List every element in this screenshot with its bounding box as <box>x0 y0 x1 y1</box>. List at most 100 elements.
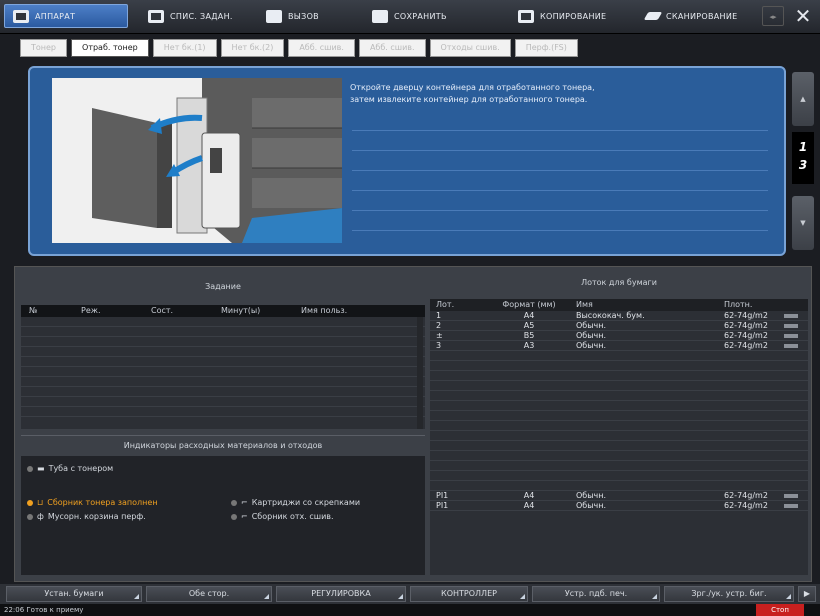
scan-tab[interactable]: СКАНИРОВАНИЕ <box>638 4 758 28</box>
table-row <box>21 367 425 377</box>
button-label: Устан. бумаги <box>44 589 104 598</box>
tab-waste-toner[interactable]: Отраб. тонер <box>71 39 149 57</box>
paper-level-bar <box>784 324 798 328</box>
table-row[interactable]: 1 A4 Высококач. бум. 62-74g/m2 <box>430 311 808 321</box>
table-row[interactable]: ± B5 Обычн. 62-74g/m2 <box>430 331 808 341</box>
tray-panel-title: Лоток для бумаги <box>581 278 657 287</box>
guidance-text: Откройте дверцу контейнера для отработан… <box>350 82 770 106</box>
consumable-label: Картриджи со скрепками <box>251 498 361 507</box>
tray-weight: 62-74g/m2 <box>724 331 768 340</box>
guide-rule <box>352 150 768 151</box>
paper-setting-button[interactable]: Устан. бумаги <box>6 586 142 602</box>
tab-staple-2[interactable]: Нет бк.(2) <box>220 39 285 57</box>
scroll-up-button[interactable]: ▲ <box>792 72 814 126</box>
tab-punch[interactable]: Перф.(FS) <box>514 39 578 57</box>
tab-saddle-2[interactable]: Абб. сшив. <box>358 39 426 57</box>
feed-device-button[interactable]: Устр. пдб. печ. <box>532 586 660 602</box>
table-row <box>430 371 808 381</box>
status-dot <box>27 513 33 520</box>
col-format: Формат (мм) <box>502 300 556 309</box>
copy-tab[interactable]: КОПИРОВАНИЕ <box>510 4 632 28</box>
table-row <box>21 347 425 357</box>
col-number: № <box>29 306 38 315</box>
scroll-down-button[interactable]: ▼ <box>792 196 814 250</box>
paper-level-bar <box>784 334 798 338</box>
guide-rule <box>352 230 768 231</box>
consumables-panel: Индикаторы расходных материалов и отходо… <box>21 435 425 575</box>
guidance-line-1: Откройте дверцу контейнера для отработан… <box>350 83 595 92</box>
consumable-toner-bottle: ▬ Туба с тонером <box>27 464 113 473</box>
tray-weight: 62-74g/m2 <box>724 341 768 350</box>
save-icon <box>372 9 388 23</box>
table-row[interactable]: 2 A5 Обычн. 62-74g/m2 <box>430 321 808 331</box>
tray-paper-name: Обычн. <box>576 501 607 510</box>
page-scroller: ▲ 1 3 ▼ <box>792 66 814 256</box>
job-list-icon <box>148 9 164 23</box>
stop-badge[interactable]: Стоп <box>756 604 804 616</box>
tray-paper-name: Обычн. <box>576 331 607 340</box>
table-row <box>21 337 425 347</box>
status-dot <box>27 465 33 472</box>
tray-paper-name: Обычн. <box>576 491 607 500</box>
warning-dot <box>27 499 33 506</box>
table-row <box>430 421 808 431</box>
col-tray: Лот. <box>436 300 455 309</box>
tray-weight: 62-74g/m2 <box>724 501 768 510</box>
status-panels: Задание № Реж. Сост. Минут(ы) Имя польз.… <box>14 266 812 582</box>
scan-tab-label: СКАНИРОВАНИЕ <box>666 11 738 21</box>
staple-icon: ⌐ <box>241 512 248 521</box>
paper-level-bar <box>784 504 798 508</box>
machine-icon <box>13 9 29 23</box>
power-device-button[interactable]: Зрг./ук. устр. биг. <box>664 586 794 602</box>
language-button[interactable]: ◂▸ <box>762 6 784 26</box>
table-row[interactable]: PI1 A4 Обычн. 62-74g/m2 <box>430 491 808 501</box>
table-row <box>430 431 808 441</box>
job-scrollbar[interactable] <box>417 317 423 429</box>
close-icon[interactable]: ✕ <box>790 2 816 30</box>
table-row[interactable]: 3 A3 Обычн. 62-74g/m2 <box>430 341 808 351</box>
tab-staple-waste[interactable]: Отходы сшив. <box>429 39 511 57</box>
job-list-tab[interactable]: СПИС. ЗАДАН. <box>140 4 250 28</box>
tab-toner[interactable]: Тонер <box>20 39 68 57</box>
col-user: Имя польз. <box>301 306 348 315</box>
table-row <box>21 407 425 417</box>
tray-weight: 62-74g/m2 <box>724 491 768 500</box>
tray-list[interactable]: 1 A4 Высококач. бум. 62-74g/m2 2 A5 Обыч… <box>430 311 808 575</box>
page-indicator: 1 3 <box>792 132 814 184</box>
consumables-title: Индикаторы расходных материалов и отходо… <box>21 436 425 456</box>
save-tab-label: СОХРАНИТЬ <box>394 11 447 21</box>
consumable-punch-waste: ф Мусорн. корзина перф. <box>27 512 146 521</box>
tab-staple-1[interactable]: Нет бк.(1) <box>152 39 217 57</box>
page-total: 3 <box>798 158 808 172</box>
button-label: Зрг./ук. устр. биг. <box>691 589 767 598</box>
tray-format: A5 <box>523 321 535 330</box>
recall-tab[interactable]: ВЫЗОВ <box>258 4 358 28</box>
recall-tab-label: ВЫЗОВ <box>288 11 319 21</box>
next-arrow-icon[interactable]: ▶ <box>798 586 816 602</box>
button-label: Устр. пдб. печ. <box>564 589 628 598</box>
machine-tab[interactable]: АППАРАТ <box>4 4 128 28</box>
col-name: Имя <box>576 300 593 309</box>
table-row <box>430 461 808 471</box>
table-row[interactable]: PI1 A4 Обычн. 62-74g/m2 <box>430 501 808 511</box>
table-row <box>430 441 808 451</box>
duplex-button[interactable]: Обе стор. <box>146 586 272 602</box>
tray-paper-name: Высококач. бум. <box>576 311 645 320</box>
col-status: Сост. <box>151 306 174 315</box>
table-row <box>21 317 425 327</box>
paper-level-bar <box>784 344 798 348</box>
copy-icon <box>518 9 534 23</box>
job-list[interactable] <box>21 317 425 429</box>
tray-id: ± <box>436 331 443 340</box>
adjustment-button[interactable]: РЕГУЛИРОВКА <box>276 586 406 602</box>
controller-button[interactable]: КОНТРОЛЛЕР <box>410 586 528 602</box>
tray-id: PI1 <box>436 491 449 500</box>
paper-level-bar <box>784 314 798 318</box>
punch-icon: ф <box>37 512 44 521</box>
tray-weight: 62-74g/m2 <box>724 321 768 330</box>
save-tab[interactable]: СОХРАНИТЬ <box>364 4 482 28</box>
consumable-subtabs: Тонер Отраб. тонер Нет бк.(1) Нет бк.(2)… <box>20 39 578 57</box>
tray-id: 3 <box>436 341 442 350</box>
tab-saddle-1[interactable]: Абб. сшив. <box>288 39 355 57</box>
table-row <box>21 377 425 387</box>
